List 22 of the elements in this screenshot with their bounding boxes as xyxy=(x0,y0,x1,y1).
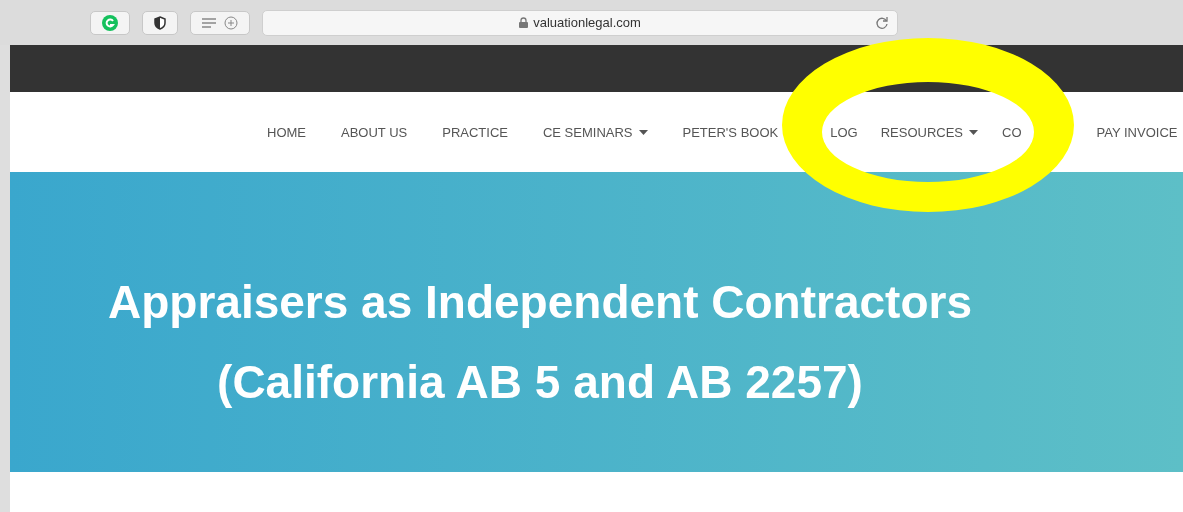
extension-button[interactable] xyxy=(90,10,130,35)
page-title: Appraisers as Independent Contractors xyxy=(107,275,973,330)
address-bar[interactable]: valuationlegal.com xyxy=(262,9,898,36)
nav-link[interactable]: PAY INVOICE xyxy=(1096,124,1178,140)
page-title: (California AB 5 and AB 2257) xyxy=(216,355,864,410)
shield-button[interactable] xyxy=(142,10,178,35)
extension-icon xyxy=(102,14,118,31)
nav-link[interactable]: ABOUT US xyxy=(341,124,408,140)
nav-link[interactable]: LOG xyxy=(830,124,858,140)
add-icon[interactable] xyxy=(224,15,238,30)
nav-link[interactable]: PRACTICE xyxy=(442,124,508,140)
nav-link[interactable]: HOME xyxy=(267,124,306,140)
caret-icon xyxy=(969,129,979,135)
reload-icon[interactable] xyxy=(875,15,889,30)
nav-link[interactable]: PETER'S BOOK xyxy=(682,124,779,140)
caret-icon xyxy=(638,129,648,135)
lock-icon xyxy=(519,17,529,28)
nav-link[interactable]: CO xyxy=(1002,124,1022,140)
reader-icon[interactable] xyxy=(202,17,216,28)
dropdown-menu-link[interactable]: RESOURCES xyxy=(880,124,979,140)
shield-icon xyxy=(154,15,166,30)
dropdown-menu-link[interactable]: CE SEMINARS xyxy=(542,124,648,140)
